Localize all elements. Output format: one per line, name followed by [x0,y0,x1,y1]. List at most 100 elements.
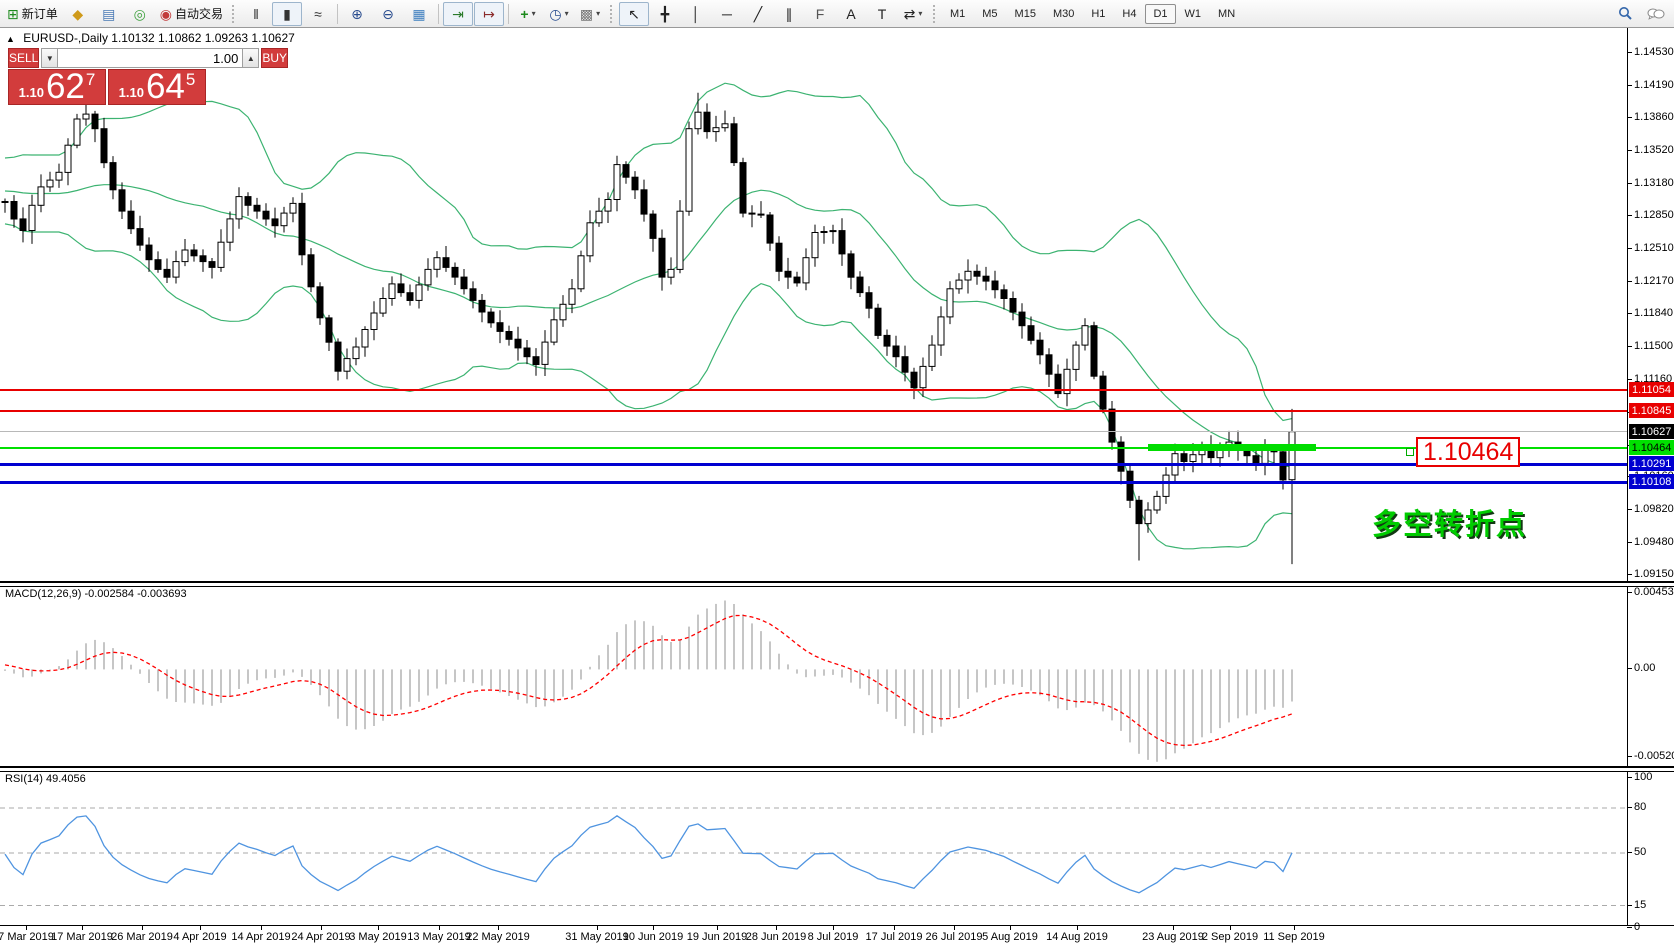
zoom-in-icon: ⊕ [351,7,363,21]
indicators-button[interactable]: +▾ [513,2,543,26]
time-axis-tick [1230,926,1231,930]
buy-price-big: 64 [146,72,185,102]
timeframe-mn[interactable]: MN [1210,4,1243,24]
price-axis-tick: 1.09480 [1634,536,1674,548]
timeframe-m15[interactable]: M15 [1007,4,1044,24]
line-anchor-marker[interactable] [1406,448,1414,456]
rsi-axis-tick: 100 [1634,771,1652,783]
macd-signal-line [5,615,1292,745]
time-axis-label: 17 Mar 2019 [51,931,113,943]
panel-splitter-rsi[interactable] [0,766,1674,772]
line-chart-button[interactable]: ≈ [303,2,333,26]
auto-scroll-button[interactable]: ⇥ [443,2,473,26]
resistance-line-1[interactable] [0,389,1627,391]
data-window-button[interactable]: ◎ [125,2,155,26]
current-price-line[interactable] [0,431,1627,432]
bar-chart-button[interactable]: ‖ [241,2,271,26]
price-chart-canvas [0,28,1674,581]
time-axis-tick [833,926,834,930]
chart-ohlc-values: 1.10132 1.10862 1.09263 1.10627 [111,31,295,45]
rsi-level-lines [0,808,1627,906]
new-order-button[interactable]: ⊞新订单 [3,2,62,26]
chat-button[interactable] [1641,2,1671,26]
crosshair-button[interactable]: ╋ [650,2,680,26]
time-axis-label: 7 Mar 2019 [0,931,54,943]
timeframe-h1[interactable]: H1 [1083,4,1113,24]
label-button[interactable]: T [867,2,897,26]
buy-price-sup: 5 [186,70,195,90]
time-axis-tick [321,926,322,930]
pivot-line-green-badge: 1.10464 [1629,440,1674,455]
chart-shift-button[interactable]: ↦ [474,2,504,26]
buy-button[interactable]: BUY [261,48,288,68]
timeframe-w1[interactable]: W1 [1177,4,1210,24]
arrows-icon: ⇄ [904,7,916,21]
search-icon [1618,6,1633,21]
time-axis-tick [776,926,777,930]
arrows-button[interactable]: ⇄▾ [898,2,928,26]
sell-price-sup: 7 [86,70,95,90]
trendline-button[interactable]: ╱ [743,2,773,26]
price-axis-tick: 1.14190 [1634,79,1674,91]
zoom-out-button[interactable]: ⊖ [373,2,403,26]
resistance-line-2[interactable] [0,410,1627,412]
price-axis-tick: 1.11840 [1634,307,1673,319]
highlight-segment[interactable] [1148,444,1316,451]
time-axis-tick [82,926,83,930]
new-order-icon: ⊞ [7,7,19,21]
tile-windows-button[interactable]: ▦ [404,2,434,26]
search-button[interactable] [1610,2,1640,26]
support-line-1[interactable] [0,463,1627,466]
toolbar-separator [933,5,937,23]
volume-decrease-button[interactable]: ▼ [41,48,58,68]
sell-price-tile[interactable]: 1.10 62 7 [8,69,106,105]
bar-chart-icon: ‖ [253,7,259,21]
chevron-down-icon: ▾ [596,9,600,18]
sell-button[interactable]: SELL [8,48,39,68]
buy-price-tile[interactable]: 1.10 64 5 [108,69,206,105]
chart-symbol-period: EURUSD-,Daily [23,31,108,45]
collapse-icon[interactable]: ▲ [6,34,15,44]
time-axis-label: 13 May 2019 [407,931,471,943]
macd-axis-tick: -0.005205 [1634,750,1674,762]
timeframe-m30[interactable]: M30 [1045,4,1082,24]
timeframe-m5[interactable]: M5 [974,4,1005,24]
timeframe-d1[interactable]: D1 [1145,4,1175,24]
chevron-down-icon: ▾ [918,9,922,18]
navigator-button[interactable]: ▤ [94,2,124,26]
chevron-down-icon: ▾ [532,9,536,18]
vertical-line-button[interactable]: │ [681,2,711,26]
mt4-terminal: ⊞新订单◆▤◎◉自动交易‖▮≈⊕⊖▦⇥↦+▾◷▾▩▾↖╋│─╱∥FAT⇄▾M1M… [0,0,1674,952]
market-watch-button[interactable]: ◆ [63,2,93,26]
auto-trading-icon: ◉ [160,7,172,21]
auto-trading-button[interactable]: ◉自动交易 [156,2,227,26]
timeframe-m1[interactable]: M1 [942,4,973,24]
time-axis-label: 22 May 2019 [466,931,530,943]
trendline-icon: ╱ [754,7,762,21]
toolbar-separator [337,4,338,24]
channel-button[interactable]: ∥ [774,2,804,26]
channel-icon: ∥ [785,7,792,21]
candlestick-chart-button[interactable]: ▮ [272,2,302,26]
text-button[interactable]: A [836,2,866,26]
rsi-canvas [0,770,1674,925]
time-axis-tick [954,926,955,930]
horizontal-line-button[interactable]: ─ [712,2,742,26]
price-level-callout[interactable]: 1.10464 [1416,437,1520,467]
periods-button[interactable]: ◷▾ [544,2,574,26]
turning-point-text[interactable]: 多空转折点 [1372,501,1527,543]
toolbar: ⊞新订单◆▤◎◉自动交易‖▮≈⊕⊖▦⇥↦+▾◷▾▩▾↖╋│─╱∥FAT⇄▾M1M… [0,0,1674,28]
volume-increase-button[interactable]: ▲ [242,48,259,68]
templates-button[interactable]: ▩▾ [575,2,605,26]
volume-input[interactable] [58,48,242,68]
time-axis-label: 5 Aug 2019 [982,931,1038,943]
fibonacci-button[interactable]: F [805,2,835,26]
macd-axis-tick: 0.004536 [1634,586,1674,598]
zoom-in-button[interactable]: ⊕ [342,2,372,26]
support-line-2[interactable] [0,481,1627,484]
rsi-axis-tick: 50 [1634,846,1646,858]
timeframe-h4[interactable]: H4 [1114,4,1144,24]
cursor-button[interactable]: ↖ [619,2,649,26]
panel-splitter-macd[interactable] [0,581,1674,587]
pivot-line-green[interactable] [0,447,1627,449]
